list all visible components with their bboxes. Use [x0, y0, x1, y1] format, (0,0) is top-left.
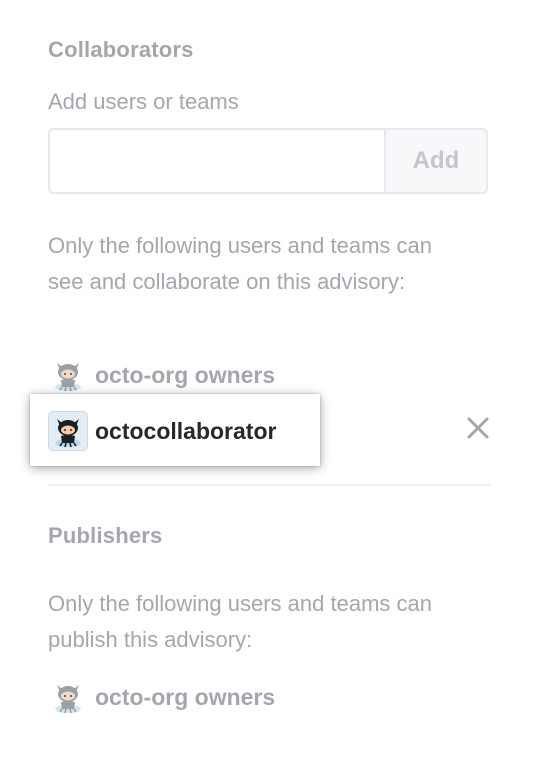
collaborator-item-octocollaborator: octocollaborator [48, 411, 276, 451]
octocat-avatar-icon [48, 411, 88, 451]
close-icon[interactable] [466, 416, 490, 440]
collaborators-heading: Collaborators [48, 37, 194, 62]
add-users-label: Add users or teams [48, 89, 239, 114]
collaborator-item-octo-org-owners: octo-org owners [48, 355, 275, 395]
add-button[interactable]: Add [384, 130, 486, 192]
publisher-name: octo-org owners [95, 683, 276, 710]
octocat-avatar-icon [48, 355, 88, 395]
octocat-avatar-icon [48, 677, 88, 717]
collaborators-description: Only the following users and teams can s… [48, 233, 432, 294]
publishers-heading: Publishers [48, 523, 163, 548]
section-divider [48, 484, 490, 486]
collaborator-name: octo-org owners [95, 361, 276, 388]
add-collaborator-form: Add [48, 128, 488, 194]
highlighted-collaborator-card: octocollaborator [30, 394, 320, 466]
publisher-item-octo-org-owners: octo-org owners [48, 677, 275, 717]
add-collaborator-input[interactable] [50, 130, 384, 192]
collaborator-name: octocollaborator [95, 417, 277, 444]
advisory-access-panel: Collaborators Add users or teams Add Onl… [0, 0, 534, 760]
publishers-description: Only the following users and teams can p… [48, 591, 432, 652]
